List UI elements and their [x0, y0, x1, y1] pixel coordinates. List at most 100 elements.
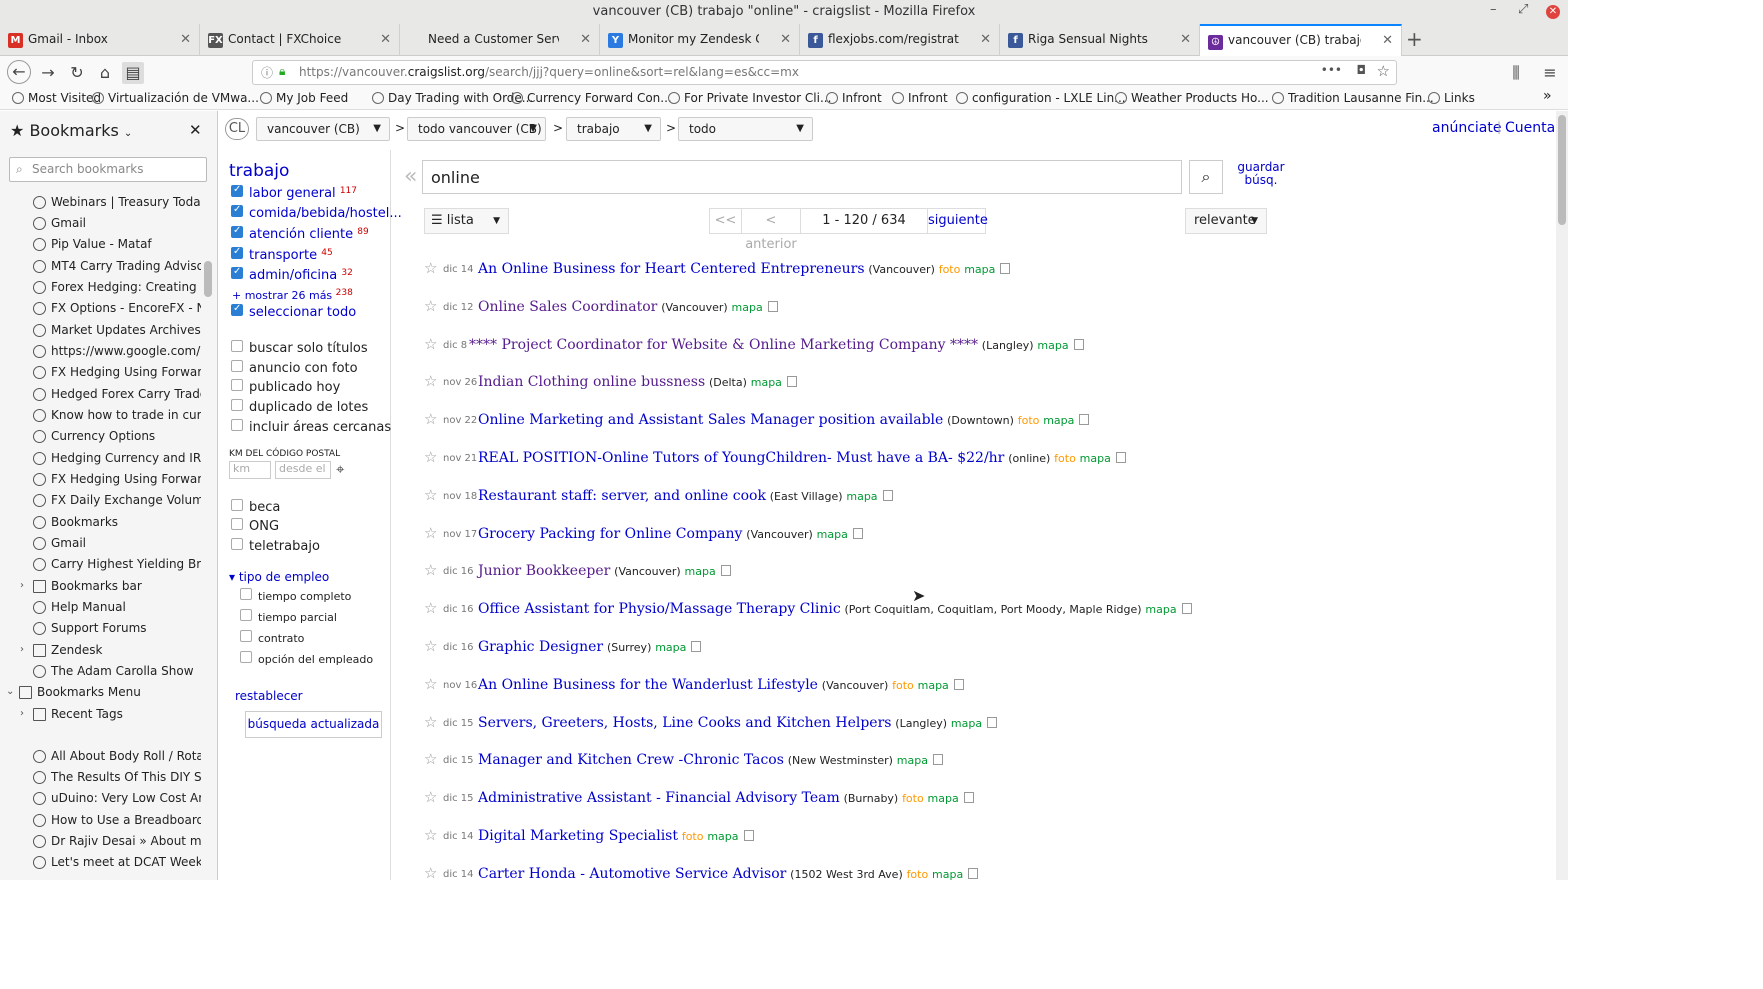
hide-post-icon[interactable]: [963, 792, 974, 804]
first-page-button[interactable]: <<: [709, 208, 742, 234]
result-title-link[interactable]: Office Assistant for Physio/Massage Ther…: [478, 601, 841, 617]
result-title-link[interactable]: **** Project Coordinator for Website & O…: [469, 337, 978, 353]
bookmark-item[interactable]: Gmail: [33, 536, 201, 550]
chevron-right-icon[interactable]: ›: [20, 580, 24, 591]
bookmark-item[interactable]: Let's meet at DCAT Week'15: [33, 855, 201, 869]
restore-icon[interactable]: ⤢: [1518, 2, 1528, 17]
result-title-link[interactable]: Administrative Assistant - Financial Adv…: [478, 790, 840, 806]
area-select[interactable]: todo vancouver (CB) ▼: [407, 117, 546, 141]
option-checkbox[interactable]: [231, 419, 243, 431]
favorite-star-icon[interactable]: ☆: [424, 599, 437, 617]
bookmark-item[interactable]: Hedged Forex Carry Trade ...: [33, 387, 201, 401]
chevron-down-icon[interactable]: ⌄: [6, 686, 14, 697]
favorite-star-icon[interactable]: ☆: [424, 826, 437, 844]
close-tab-icon[interactable]: ✕: [980, 24, 991, 55]
tab-3[interactable]: Need a Customer Service Suppo ✕: [400, 24, 600, 56]
map-link[interactable]: mapa: [951, 717, 982, 730]
chevron-right-icon[interactable]: ›: [20, 644, 24, 655]
bookmark-item[interactable]: Links: [1428, 91, 1475, 105]
favorite-star-icon[interactable]: ☆: [424, 524, 437, 542]
map-link[interactable]: mapa: [964, 263, 995, 276]
select-all-checkbox[interactable]: [231, 303, 243, 316]
result-title-link[interactable]: Grocery Packing for Online Company: [478, 526, 742, 542]
bookmark-item[interactable]: Bookmarks: [33, 515, 201, 529]
favorite-star-icon[interactable]: ☆: [424, 788, 437, 806]
result-title-link[interactable]: Online Marketing and Assistant Sales Man…: [478, 412, 943, 428]
map-link[interactable]: mapa: [817, 528, 848, 541]
bookmark-item[interactable]: Market Updates Archives - ...: [33, 323, 201, 337]
bookmark-item[interactable]: For Private Investor Cli...: [668, 91, 831, 105]
bookmark-folder[interactable]: Recent Tags: [33, 707, 201, 721]
category-filter[interactable]: transporte 45: [249, 248, 333, 263]
category-checkbox[interactable]: [231, 184, 243, 197]
reset-link[interactable]: restablecer: [235, 689, 303, 703]
url-bar[interactable]: ⓘ 🔒︎ https://vancouver.craigslist.org/se…: [252, 60, 1397, 85]
bookmark-item[interactable]: MT4 Carry Trading Advisor ...: [33, 259, 201, 273]
show-more-link[interactable]: + mostrar 26 más 238: [232, 288, 353, 302]
close-tab-icon[interactable]: ✕: [1180, 24, 1191, 55]
bookmark-item[interactable]: FX Hedging Using Forwards...: [33, 365, 201, 379]
tab-2[interactable]: FX Contact | FXChoice ✕: [200, 24, 400, 56]
bookmark-item[interactable]: My Job Feed: [260, 91, 348, 105]
result-title-link[interactable]: REAL POSITION-Online Tutors of YoungChil…: [478, 450, 1004, 466]
favorite-star-icon[interactable]: ☆: [424, 372, 437, 390]
menu-icon[interactable]: ≡: [1539, 62, 1561, 84]
bookmark-item[interactable]: FX Daily Exchange Volume ...: [33, 493, 201, 507]
hide-post-icon[interactable]: [1073, 338, 1084, 350]
bookmark-folder[interactable]: Bookmarks Menu: [19, 685, 187, 699]
category-filter[interactable]: labor general 117: [249, 186, 357, 201]
option-checkbox[interactable]: [231, 360, 243, 372]
option-checkbox[interactable]: [231, 518, 243, 530]
employment-checkbox[interactable]: [240, 651, 252, 663]
bookmark-item[interactable]: The Adam Carolla Show: [33, 664, 201, 678]
bookmark-item[interactable]: configuration - LXLE Lin...: [956, 91, 1126, 105]
hide-post-icon[interactable]: [720, 565, 731, 577]
bookmark-item[interactable]: Webinars | Treasury Today: [33, 195, 201, 209]
favorite-star-icon[interactable]: ☆: [424, 750, 437, 768]
page-actions-icon[interactable]: •••: [1321, 63, 1342, 77]
hide-post-icon[interactable]: [968, 867, 979, 879]
bookmark-item[interactable]: All About Body Roll / Rotati...: [33, 749, 201, 763]
hide-post-icon[interactable]: [953, 678, 964, 690]
close-tab-icon[interactable]: ✕: [580, 24, 591, 55]
postal-code-input[interactable]: desde el: [275, 461, 331, 479]
close-tab-icon[interactable]: ✕: [780, 24, 791, 55]
pocket-icon[interactable]: ◘: [1357, 63, 1367, 77]
bookmark-item[interactable]: Dr Rajiv Desai » About me: [33, 834, 201, 848]
hide-post-icon[interactable]: [852, 527, 863, 539]
bookmark-star-icon[interactable]: ☆: [1377, 62, 1390, 80]
tab-4[interactable]: Y Monitor my Zendesk Chat 24 ✕: [600, 24, 800, 56]
category-select[interactable]: trabajo ▼: [566, 117, 661, 141]
map-link[interactable]: mapa: [751, 376, 782, 389]
bookmark-item[interactable]: Pip Value - Mataf: [33, 237, 201, 251]
locate-icon[interactable]: ⌖: [336, 460, 344, 478]
result-title-link[interactable]: Digital Marketing Specialist: [478, 828, 678, 844]
result-title-link[interactable]: Online Sales Coordinator: [478, 299, 657, 315]
option-checkbox[interactable]: [231, 538, 243, 550]
result-title-link[interactable]: Indian Clothing online bussness: [478, 374, 705, 390]
category-filter[interactable]: admin/oficina 32: [249, 268, 353, 283]
bookmark-item[interactable]: Infront: [892, 91, 948, 105]
map-link[interactable]: mapa: [655, 641, 686, 654]
favorite-star-icon[interactable]: ☆: [424, 561, 437, 579]
favorite-star-icon[interactable]: ☆: [424, 637, 437, 655]
hide-post-icon[interactable]: [786, 376, 797, 388]
favorite-star-icon[interactable]: ☆: [424, 448, 437, 466]
map-link[interactable]: mapa: [1080, 452, 1111, 465]
category-checkbox[interactable]: [231, 246, 243, 259]
map-link[interactable]: mapa: [1043, 414, 1074, 427]
bookmark-item[interactable]: FX Hedging Using Forwards...: [33, 472, 201, 486]
hide-post-icon[interactable]: [767, 300, 778, 312]
favorite-star-icon[interactable]: ☆: [424, 410, 437, 428]
hide-post-icon[interactable]: [987, 716, 998, 728]
result-title-link[interactable]: Servers, Greeters, Hosts, Line Cooks and…: [478, 715, 891, 731]
result-title-link[interactable]: Carter Honda - Automotive Service Adviso…: [478, 866, 786, 882]
result-title-link[interactable]: An Online Business for Heart Centered En…: [478, 261, 865, 277]
hide-post-icon[interactable]: [1115, 452, 1126, 463]
result-title-link[interactable]: Graphic Designer: [478, 639, 603, 655]
map-link[interactable]: mapa: [846, 490, 877, 503]
map-link[interactable]: mapa: [1145, 603, 1176, 616]
info-icon[interactable]: ⓘ: [261, 64, 273, 81]
post-link[interactable]: anúnciate: [1432, 120, 1501, 136]
page-scrollbar[interactable]: [1556, 111, 1568, 880]
